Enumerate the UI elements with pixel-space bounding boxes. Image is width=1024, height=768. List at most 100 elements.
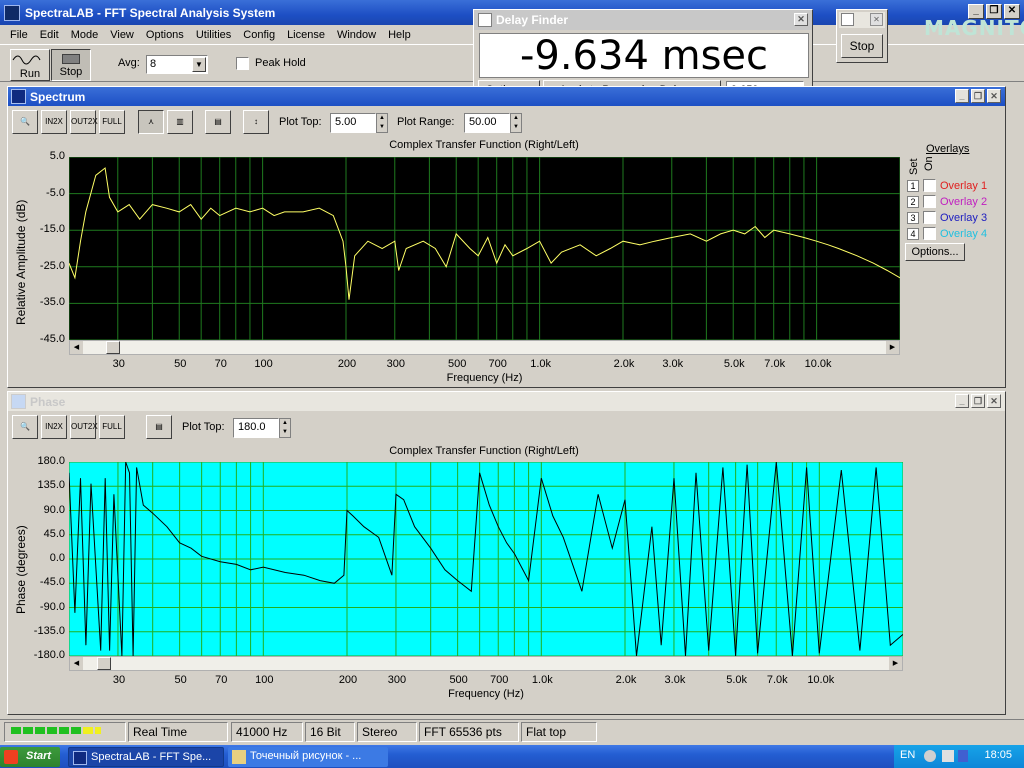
plot-settings-icon[interactable]: ▤ (205, 110, 231, 134)
chart-1-ytick-5: -45.0 (39, 576, 65, 589)
taskbar-item-spectralab[interactable]: SpectraLAB - FFT Spe... (68, 747, 224, 767)
peak-hold-label: Peak Hold (255, 57, 306, 69)
overlay-on-checkbox-4[interactable] (923, 227, 936, 240)
plot-range-label: Plot Range: (397, 116, 455, 128)
plot-settings-icon[interactable]: ▤ (146, 415, 172, 439)
peak-hold-checkbox[interactable] (236, 57, 249, 70)
bar-plot-icon[interactable]: ▥ (167, 110, 193, 134)
overlays-on-column: On (923, 156, 935, 171)
range-icon[interactable]: ↕ (243, 110, 269, 134)
menu-window[interactable]: Window (331, 29, 382, 41)
zoom-icon[interactable]: 🔍 (12, 415, 38, 439)
phase-plot-top-spinner[interactable]: ▲ ▼ (279, 418, 291, 438)
tray-speaker-icon[interactable] (924, 750, 936, 762)
scroll-right-icon[interactable]: ▶ (889, 657, 902, 670)
chart-0-xtick-2: 70 (214, 358, 227, 370)
zoom-icon[interactable]: 🔍 (12, 110, 38, 134)
overlay-set-button-1[interactable]: 1 (907, 179, 919, 192)
language-indicator[interactable]: EN (900, 749, 915, 761)
scroll-left-icon[interactable]: ◀ (70, 657, 83, 670)
chart-1-xtick-9: 2.0k (615, 674, 637, 686)
menu-license[interactable]: License (281, 29, 331, 41)
status-bar: Real Time 41000 Hz 16 Bit Stereo FFT 655… (0, 719, 1024, 743)
phase-x-axis-label: Frequency (Hz) (448, 688, 524, 700)
avg-select[interactable]: 8 ▼ (146, 55, 208, 74)
level-meter-bars (11, 727, 101, 734)
spectrum-plot-area[interactable] (69, 157, 900, 340)
phase-title-bar[interactable]: Phase _ ❐ ✕ (8, 392, 1005, 411)
chart-1-ytick-1: 135.0 (37, 479, 65, 492)
menu-view[interactable]: View (104, 29, 140, 41)
menu-config[interactable]: Config (237, 29, 281, 41)
spectrum-scroll-thumb[interactable] (106, 341, 120, 354)
spectrum-scrollbar[interactable]: ◀ ▶ (69, 340, 900, 355)
chart-1-ytick-8: -180.0 (33, 649, 65, 661)
menu-edit[interactable]: Edit (34, 29, 65, 41)
taskbar-item-paint[interactable]: Точечный рисунок - ... (228, 747, 388, 767)
overlay-set-button-3[interactable]: 3 (907, 211, 919, 224)
chart-1-xtick-7: 700 (490, 674, 509, 686)
restore-icon[interactable]: ❐ (971, 394, 985, 408)
minimize-icon[interactable]: _ (955, 89, 969, 103)
menu-help[interactable]: Help (382, 29, 417, 41)
menu-file[interactable]: File (4, 29, 34, 41)
line-plot-icon[interactable]: ⋏ (138, 110, 164, 134)
stop-label: Stop (59, 66, 83, 78)
restore-icon[interactable]: ❐ (971, 89, 985, 103)
overlay-on-checkbox-1[interactable] (923, 179, 936, 192)
overlay-set-button-2[interactable]: 2 (907, 195, 919, 208)
phase-plot-top-input[interactable]: 180.0 (233, 418, 279, 438)
spectrum-x-axis-label: Frequency (Hz) (446, 372, 523, 384)
zoom-in-2x-icon[interactable]: IN2X (41, 110, 67, 134)
scroll-right-icon[interactable]: ▶ (886, 341, 899, 354)
phase-plot-area[interactable] (69, 462, 903, 656)
spectrum-plot-range-input[interactable]: 50.00 (464, 113, 510, 133)
overlay-set-button-4[interactable]: 4 (907, 227, 919, 240)
overlay-on-checkbox-2[interactable] (923, 195, 936, 208)
overlay-options-button[interactable]: Options... (905, 243, 965, 261)
spectrum-plot-top-input[interactable]: 5.00 (330, 113, 376, 133)
overlay-label-4: Overlay 4 (940, 227, 988, 240)
delay-finder-title-bar[interactable]: Delay Finder ✕ (474, 10, 812, 30)
menu-utilities[interactable]: Utilities (190, 29, 237, 41)
spectralab-app-icon[interactable] (4, 4, 20, 21)
zoom-out-full-icon[interactable]: FULL (99, 415, 125, 439)
phase-scrollbar[interactable]: ◀ ▶ (69, 656, 903, 671)
stop-button[interactable]: Stop (51, 49, 91, 81)
tray-network-icon[interactable] (942, 750, 954, 762)
chart-0-xtick-8: 1.0k (530, 358, 551, 370)
tray-usb-icon[interactable] (958, 750, 968, 762)
clock[interactable]: 18:05 (984, 749, 1012, 761)
overlays-set-column: Set (908, 158, 920, 175)
spectrum-plot-range-spinner[interactable]: ▲ ▼ (510, 113, 522, 133)
chart-1-xtick-1: 50 (174, 674, 187, 686)
chart-1-ytick-4: 0.0 (49, 552, 65, 564)
close-icon[interactable]: ✕ (794, 13, 808, 26)
chart-1-xtick-4: 200 (338, 674, 358, 686)
close-icon[interactable]: ✕ (870, 13, 883, 26)
chevron-down-icon[interactable]: ▼ (192, 57, 206, 72)
zoom-in-2x-icon[interactable]: IN2X (41, 415, 67, 439)
spectrum-plot-top-spinner[interactable]: ▲ ▼ (376, 113, 388, 133)
chart-1-ytick-0: 180.0 (37, 455, 65, 467)
close-icon[interactable]: ✕ (987, 89, 1001, 103)
minimize-icon[interactable]: _ (955, 394, 969, 408)
zoom-out-full-icon[interactable]: FULL (99, 110, 125, 134)
run-button[interactable]: Run (10, 49, 50, 81)
menu-mode[interactable]: Mode (65, 29, 105, 41)
chart-0-background (69, 157, 900, 340)
spectrum-title-bar[interactable]: Spectrum _ ❐ ✕ (8, 87, 1005, 106)
menu-options[interactable]: Options (140, 29, 190, 41)
zoom-out-2x-icon[interactable]: OUT2X (70, 415, 98, 439)
close-icon[interactable]: ✕ (987, 394, 1001, 408)
start-button[interactable]: Start (0, 747, 60, 767)
phase-scroll-thumb[interactable] (97, 657, 111, 670)
scroll-left-icon[interactable]: ◀ (70, 341, 83, 354)
stop-window-stop-button[interactable]: Stop (841, 34, 883, 58)
chart-0-xtick-9: 2.0k (613, 358, 635, 370)
status-bits: 16 Bit (305, 722, 355, 742)
stop-window: ✕ Stop (836, 9, 888, 63)
zoom-out-2x-icon[interactable]: OUT2X (70, 110, 98, 134)
overlay-on-checkbox-3[interactable] (923, 211, 936, 224)
stop-window-title-bar[interactable]: ✕ (839, 12, 885, 28)
